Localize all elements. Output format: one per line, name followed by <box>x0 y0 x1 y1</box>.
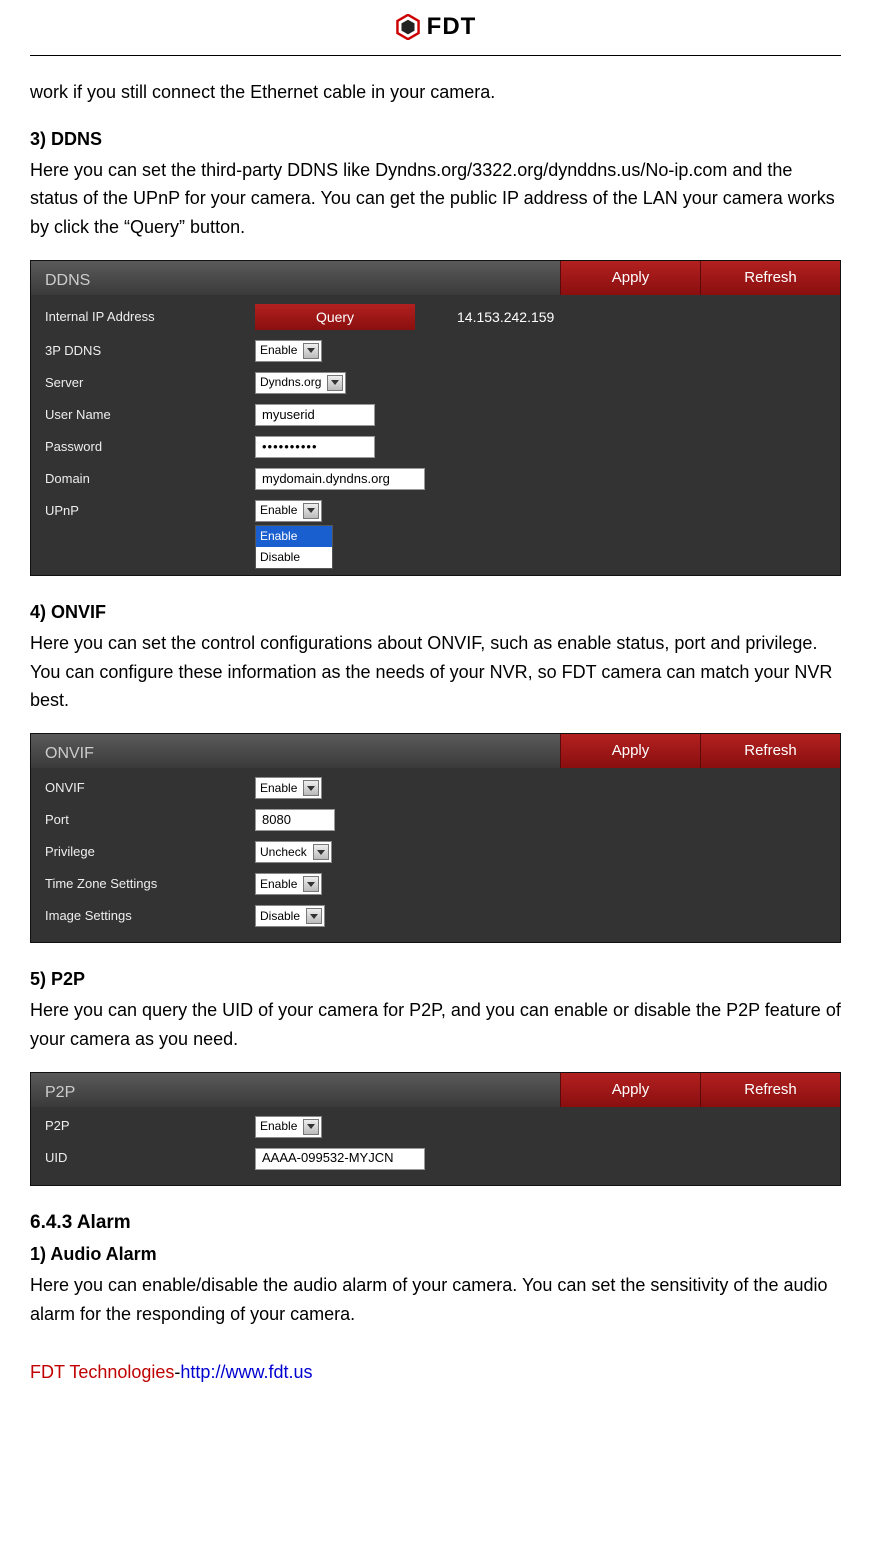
panel-ddns-header: DDNS Apply Refresh <box>31 261 840 295</box>
panel-onvif-title: ONVIF <box>31 734 560 768</box>
select-imagesettings-value: Disable <box>260 907 300 926</box>
label-internal-ip: Internal IP Address <box>45 307 255 328</box>
input-password[interactable]: •••••••••• <box>255 436 375 458</box>
label-uid: UID <box>45 1148 255 1169</box>
select-onvif[interactable]: Enable <box>255 777 322 799</box>
label-domain: Domain <box>45 469 255 490</box>
label-onvif: ONVIF <box>45 778 255 799</box>
panel-p2p: P2P Apply Refresh P2P Enable UID AAAA-09… <box>30 1072 841 1186</box>
label-timezone: Time Zone Settings <box>45 874 255 895</box>
refresh-button[interactable]: Refresh <box>700 261 840 295</box>
select-upnp[interactable]: Enable <box>255 500 322 522</box>
heading-onvif: 4) ONVIF <box>30 598 841 627</box>
page-footer: FDT Technologies-http://www.fdt.us <box>30 1358 841 1387</box>
label-username: User Name <box>45 405 255 426</box>
label-imagesettings: Image Settings <box>45 906 255 927</box>
select-3p-ddns[interactable]: Enable <box>255 340 322 362</box>
label-server: Server <box>45 373 255 394</box>
page-header: FDT <box>30 0 841 56</box>
apply-button[interactable]: Apply <box>560 261 700 295</box>
input-username-value: myuserid <box>262 405 315 426</box>
select-upnp-value: Enable <box>260 501 297 520</box>
input-port[interactable]: 8080 <box>255 809 335 831</box>
select-p2p-value: Enable <box>260 1117 297 1136</box>
chevron-down-icon <box>327 375 343 391</box>
label-privilege: Privilege <box>45 842 255 863</box>
apply-button[interactable]: Apply <box>560 734 700 768</box>
chevron-down-icon <box>303 876 319 892</box>
heading-p2p: 5) P2P <box>30 965 841 994</box>
label-3p-ddns: 3P DDNS <box>45 341 255 362</box>
para-ddns: Here you can set the third-party DDNS li… <box>30 156 841 242</box>
input-port-value: 8080 <box>262 810 291 831</box>
refresh-button[interactable]: Refresh <box>700 1073 840 1107</box>
para-audio-alarm: Here you can enable/disable the audio al… <box>30 1271 841 1329</box>
select-p2p[interactable]: Enable <box>255 1116 322 1138</box>
para-onvif: Here you can set the control configurati… <box>30 629 841 715</box>
chevron-down-icon <box>306 908 322 924</box>
query-button[interactable]: Query <box>255 304 415 330</box>
label-password: Password <box>45 437 255 458</box>
select-timezone-value: Enable <box>260 875 297 894</box>
intro-continued: work if you still connect the Ethernet c… <box>30 78 841 107</box>
label-port: Port <box>45 810 255 831</box>
brand-text: FDT <box>427 8 477 46</box>
panel-onvif-header: ONVIF Apply Refresh <box>31 734 840 768</box>
internal-ip-value: 14.153.242.159 <box>457 306 554 328</box>
select-privilege-value: Uncheck <box>260 843 307 862</box>
apply-button[interactable]: Apply <box>560 1073 700 1107</box>
select-privilege[interactable]: Uncheck <box>255 841 332 863</box>
input-domain-value: mydomain.dyndns.org <box>262 469 390 490</box>
select-onvif-value: Enable <box>260 779 297 798</box>
upnp-dropdown-open[interactable]: Enable Disable <box>255 525 333 569</box>
input-password-value: •••••••••• <box>262 437 318 458</box>
select-imagesettings[interactable]: Disable <box>255 905 325 927</box>
input-domain[interactable]: mydomain.dyndns.org <box>255 468 425 490</box>
select-timezone[interactable]: Enable <box>255 873 322 895</box>
heading-ddns: 3) DDNS <box>30 125 841 154</box>
dropdown-option-disable[interactable]: Disable <box>256 547 332 568</box>
panel-p2p-title: P2P <box>31 1073 560 1107</box>
para-p2p: Here you can query the UID of your camer… <box>30 996 841 1054</box>
panel-ddns-title: DDNS <box>31 261 560 295</box>
footer-company: FDT Technologies <box>30 1362 174 1382</box>
chevron-down-icon <box>313 844 329 860</box>
chevron-down-icon <box>303 1119 319 1135</box>
input-uid-value: AAAA-099532-MYJCN <box>262 1148 394 1169</box>
dropdown-option-enable[interactable]: Enable <box>256 526 332 547</box>
input-uid[interactable]: AAAA-099532-MYJCN <box>255 1148 425 1170</box>
select-server-value: Dyndns.org <box>260 373 321 392</box>
panel-p2p-header: P2P Apply Refresh <box>31 1073 840 1107</box>
panel-ddns: DDNS Apply Refresh Internal IP Address Q… <box>30 260 841 576</box>
brand-logo: FDT <box>395 8 477 46</box>
panel-onvif: ONVIF Apply Refresh ONVIF Enable Port 80… <box>30 733 841 943</box>
select-3p-ddns-value: Enable <box>260 341 297 360</box>
label-upnp: UPnP <box>45 501 255 522</box>
chevron-down-icon <box>303 343 319 359</box>
heading-alarm: 6.4.3 Alarm <box>30 1208 841 1238</box>
chevron-down-icon <box>303 503 319 519</box>
heading-audio-alarm: 1) Audio Alarm <box>30 1240 841 1269</box>
chevron-down-icon <box>303 780 319 796</box>
input-username[interactable]: myuserid <box>255 404 375 426</box>
brand-icon <box>395 14 421 40</box>
select-server[interactable]: Dyndns.org <box>255 372 346 394</box>
footer-link[interactable]: http://www.fdt.us <box>180 1362 312 1382</box>
label-p2p: P2P <box>45 1116 255 1137</box>
refresh-button[interactable]: Refresh <box>700 734 840 768</box>
